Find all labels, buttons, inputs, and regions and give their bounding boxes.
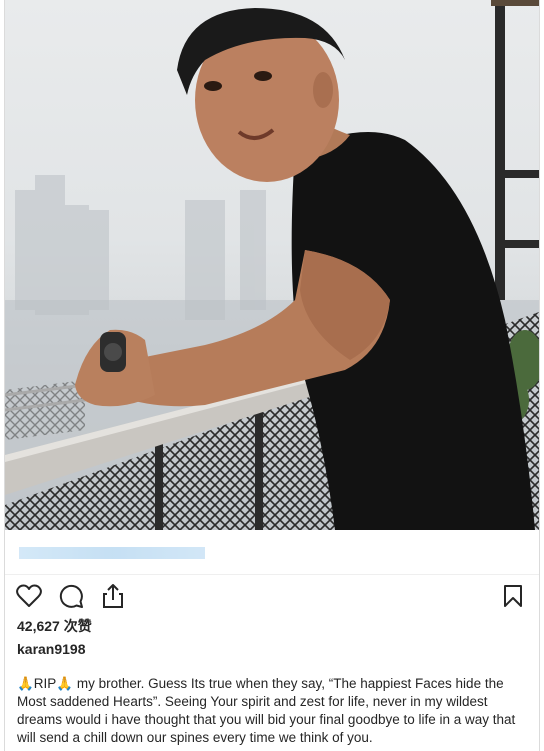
post-photo[interactable] xyxy=(5,0,539,530)
bookmark-icon[interactable] xyxy=(499,582,527,610)
caption-prefix: 🙏RIP🙏 xyxy=(17,676,74,691)
likes-number: 42,627 xyxy=(17,618,60,634)
post-photo-illustration xyxy=(5,0,539,530)
blurred-account-name xyxy=(19,547,205,559)
comment-icon[interactable] xyxy=(57,582,85,610)
caption-text: my brother. Guess Its true when they say… xyxy=(17,676,516,745)
likes-suffix: 次赞 xyxy=(63,618,92,634)
post-username[interactable]: karan9198 xyxy=(17,641,86,657)
post-caption: 🙏RIP🙏 my brother. Guess Its true when th… xyxy=(17,675,529,747)
post-card: 42,627 次赞 karan9198 🙏RIP🙏 my brother. Gu… xyxy=(4,0,540,751)
heart-icon[interactable] xyxy=(15,582,43,610)
likes-count[interactable]: 42,627 次赞 xyxy=(17,616,92,636)
divider xyxy=(5,574,539,575)
share-icon[interactable] xyxy=(99,582,127,610)
post-actions xyxy=(15,582,127,610)
